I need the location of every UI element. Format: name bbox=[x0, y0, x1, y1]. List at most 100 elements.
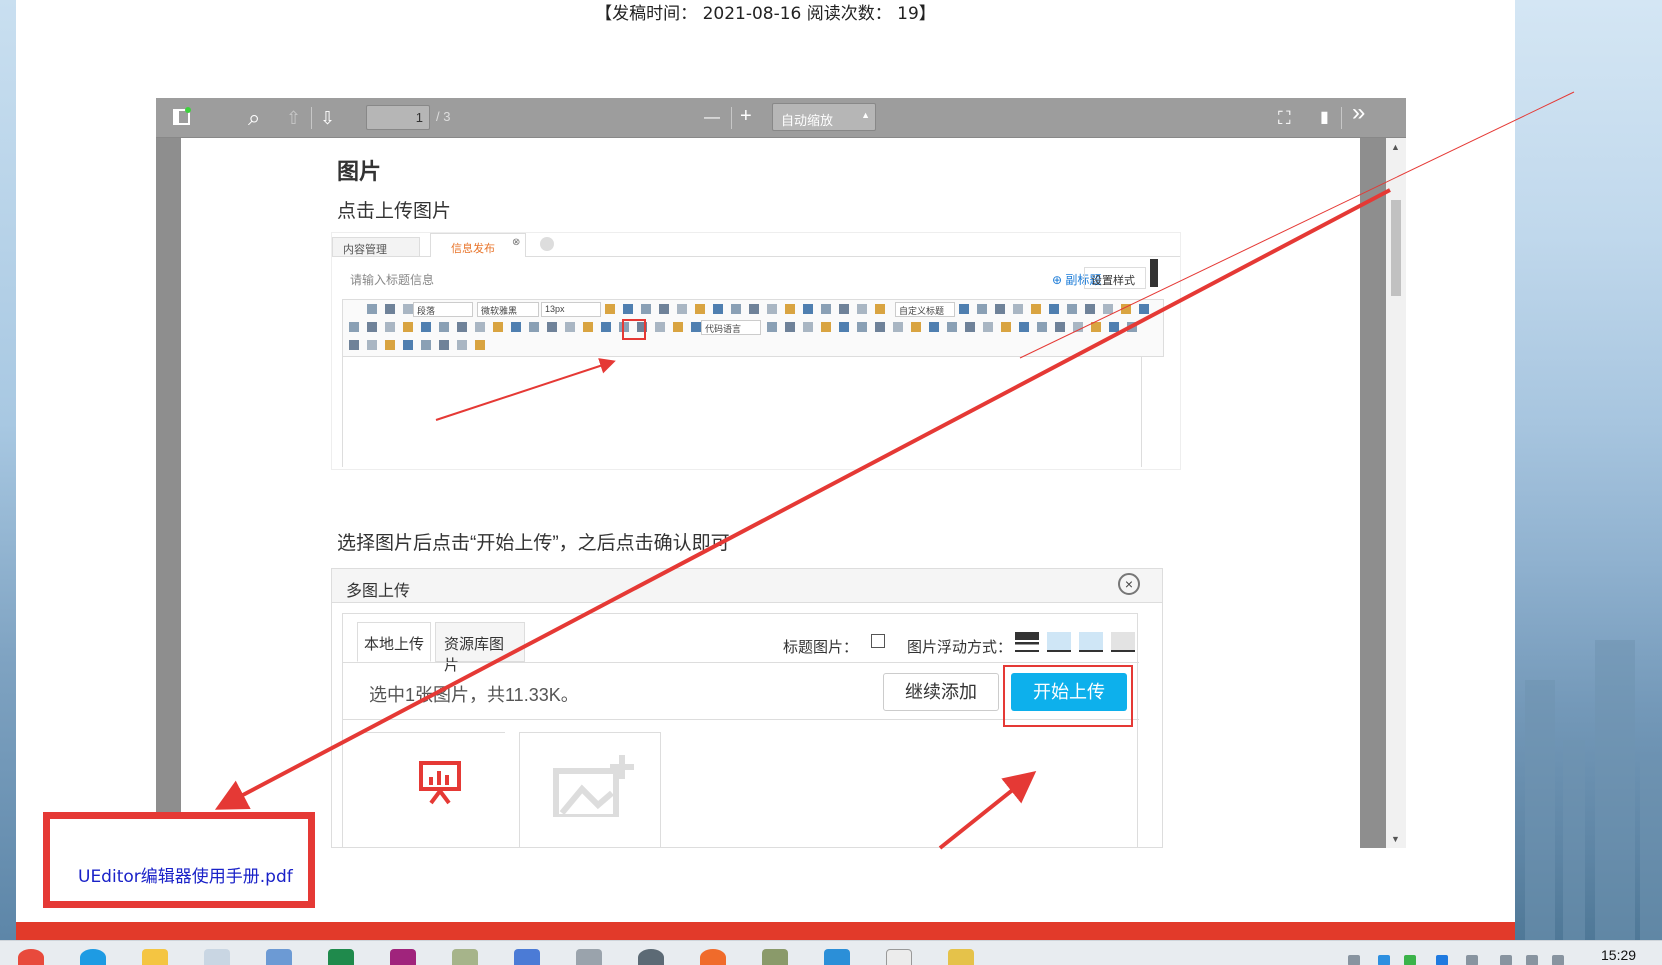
taskbar-clock[interactable]: 15:29 bbox=[1601, 947, 1636, 963]
pdf-heading: 图片 bbox=[337, 159, 382, 184]
toolbar-tool-icon bbox=[839, 322, 849, 332]
toolbar-tool-icon bbox=[367, 322, 377, 332]
pdf-viewer[interactable]: ⌕ ⇧ ⇩ 1 / 3 — + 自动缩放 ▲ ⛶ ▮ » 图片 点击上传图片 内容… bbox=[156, 98, 1406, 848]
tab-more-icon bbox=[540, 237, 554, 251]
toolbar-tool-icon bbox=[349, 340, 359, 350]
wechat-icon[interactable] bbox=[638, 949, 664, 965]
dialog-title: 多图上传 bbox=[332, 569, 1162, 603]
toolbar-tool-icon bbox=[911, 322, 921, 332]
app-photo-icon[interactable] bbox=[762, 949, 788, 965]
edge-icon[interactable] bbox=[80, 949, 106, 965]
toolbar-tool-icon bbox=[677, 304, 687, 314]
toolbar-tool-icon bbox=[695, 304, 705, 314]
toolbar-tool-icon bbox=[839, 304, 849, 314]
toolbar-tool-icon bbox=[857, 304, 867, 314]
app-yellow-icon[interactable] bbox=[948, 949, 974, 965]
toolbar-tool-icon bbox=[493, 322, 503, 332]
add-image-icon bbox=[553, 755, 634, 817]
search-app-icon[interactable] bbox=[204, 949, 230, 965]
tray-qq-icon[interactable] bbox=[1436, 955, 1448, 965]
search-icon[interactable]: ⌕ bbox=[248, 107, 260, 129]
ime-icon[interactable] bbox=[1552, 955, 1564, 965]
viewer-scrollbar[interactable]: ▲ ▼ bbox=[1386, 138, 1406, 848]
excel-icon[interactable] bbox=[328, 949, 354, 965]
chrome-icon[interactable] bbox=[18, 949, 44, 965]
tray-monitor-icon[interactable] bbox=[1466, 955, 1478, 965]
toolbar-tool-icon bbox=[439, 322, 449, 332]
volume-icon[interactable] bbox=[1526, 955, 1538, 965]
toolbar-tool-icon bbox=[547, 322, 557, 332]
toolbar-tool-icon bbox=[457, 340, 467, 350]
app-gray-icon[interactable] bbox=[576, 949, 602, 965]
toolbar-tool-icon bbox=[1085, 304, 1095, 314]
select-font: 微软雅黑 bbox=[477, 302, 539, 317]
notepad-icon[interactable] bbox=[452, 949, 478, 965]
toolbar-tool-icon bbox=[385, 304, 395, 314]
float-right-icon bbox=[1047, 632, 1071, 652]
viewer-gutter-right bbox=[1360, 138, 1386, 848]
toolbar-tool-icon bbox=[1073, 322, 1083, 332]
upload-status-text: 选中1张图片，共11.33K。 bbox=[369, 685, 579, 705]
toolbar-tool-icon bbox=[875, 322, 885, 332]
float-left-icon bbox=[1015, 632, 1039, 652]
toolbar-tool-icon bbox=[475, 340, 485, 350]
zoom-select[interactable]: 自动缩放 ▲ bbox=[772, 103, 876, 131]
tray-wechat-icon[interactable] bbox=[1404, 955, 1416, 965]
toolbar-tool-icon bbox=[731, 304, 741, 314]
tab-close-icon: ⊗ bbox=[512, 237, 521, 248]
zoom-in-icon[interactable]: + bbox=[740, 106, 752, 126]
fullscreen-icon[interactable]: ⛶ bbox=[1278, 108, 1291, 128]
dialog-body: 本地上传 资源库图片 标题图片： 图片浮动方式： 选中1张图片，共11.33K。… bbox=[342, 613, 1139, 847]
title-placeholder: 请输入标题信息 bbox=[350, 273, 435, 287]
scroll-down-icon[interactable]: ▼ bbox=[1391, 834, 1400, 844]
toolbar-tool-icon bbox=[893, 322, 903, 332]
toolbar-tool-icon bbox=[439, 340, 449, 350]
tray-app-icon[interactable] bbox=[1378, 955, 1390, 965]
sidebar-toggle-icon[interactable] bbox=[172, 107, 192, 127]
zoom-out-icon[interactable]: — bbox=[704, 108, 720, 128]
toolbar-tool-icon bbox=[1103, 304, 1113, 314]
folder-icon[interactable] bbox=[142, 949, 168, 965]
toolbar-tool-icon bbox=[785, 304, 795, 314]
app-teal-icon[interactable] bbox=[824, 949, 850, 965]
article-meta: 【发稿时间： 2021-08-16 阅读次数： 19】 bbox=[595, 4, 936, 24]
scrollbar-thumb[interactable] bbox=[1391, 200, 1401, 296]
toolbar-tool-icon bbox=[641, 304, 651, 314]
attachment-pdf-link[interactable]: UEditor编辑器使用手册.pdf bbox=[78, 862, 293, 887]
desktop-app-icon[interactable] bbox=[266, 949, 292, 965]
pdf-paragraph-1: 点击上传图片 bbox=[337, 201, 452, 222]
toolbar-tool-icon bbox=[511, 322, 521, 332]
scroll-up-icon[interactable]: ▲ bbox=[1391, 142, 1400, 152]
network-icon[interactable] bbox=[1500, 955, 1512, 965]
title-image-label: 标题图片： bbox=[783, 639, 859, 656]
toolbar-tool-icon bbox=[1019, 322, 1029, 332]
pdf-paragraph-2: 选择图片后点击“开始上传”，之后点击确认即可 bbox=[337, 533, 730, 554]
multi-upload-dialog: 多图上传 × 本地上传 资源库图片 标题图片： 图片浮动方式： 选中1张图片，共… bbox=[331, 568, 1163, 848]
article-page: 【发稿时间： 2021-08-16 阅读次数： 19】 ⌕ ⇧ ⇩ 1 / 3 … bbox=[16, 0, 1515, 940]
toolbar-tool-icon bbox=[1001, 322, 1011, 332]
more-tools-icon[interactable]: » bbox=[1352, 101, 1365, 125]
editor-area bbox=[342, 357, 1142, 467]
tray-arrow-icon[interactable] bbox=[1348, 955, 1360, 965]
toolbar-tool-icon bbox=[659, 304, 669, 314]
jetbrains-icon[interactable] bbox=[390, 949, 416, 965]
toolbar-tool-icon bbox=[655, 322, 665, 332]
prev-page-icon[interactable]: ⇧ bbox=[286, 108, 301, 128]
pdf-link-highlight bbox=[43, 812, 315, 908]
toolbar-tool-icon bbox=[929, 322, 939, 332]
app-blue-icon[interactable] bbox=[514, 949, 540, 965]
image-thumbnail bbox=[365, 732, 505, 847]
image-button-highlight bbox=[622, 319, 646, 340]
title-image-checkbox bbox=[871, 634, 885, 648]
toolbar-tool-icon bbox=[1067, 304, 1077, 314]
typora-icon[interactable] bbox=[886, 949, 912, 965]
toolbar-tool-icon bbox=[385, 340, 395, 350]
page-number-input[interactable]: 1 bbox=[366, 105, 430, 130]
toolbar-tool-icon bbox=[421, 322, 431, 332]
toolbar-tool-icon bbox=[457, 322, 467, 332]
toolbar-tool-icon bbox=[1127, 322, 1137, 332]
next-page-icon[interactable]: ⇩ bbox=[320, 108, 335, 128]
app-orange-icon[interactable] bbox=[700, 949, 726, 965]
viewer-gutter-left bbox=[156, 138, 181, 848]
bookmark-icon[interactable]: ▮ bbox=[1320, 108, 1329, 128]
